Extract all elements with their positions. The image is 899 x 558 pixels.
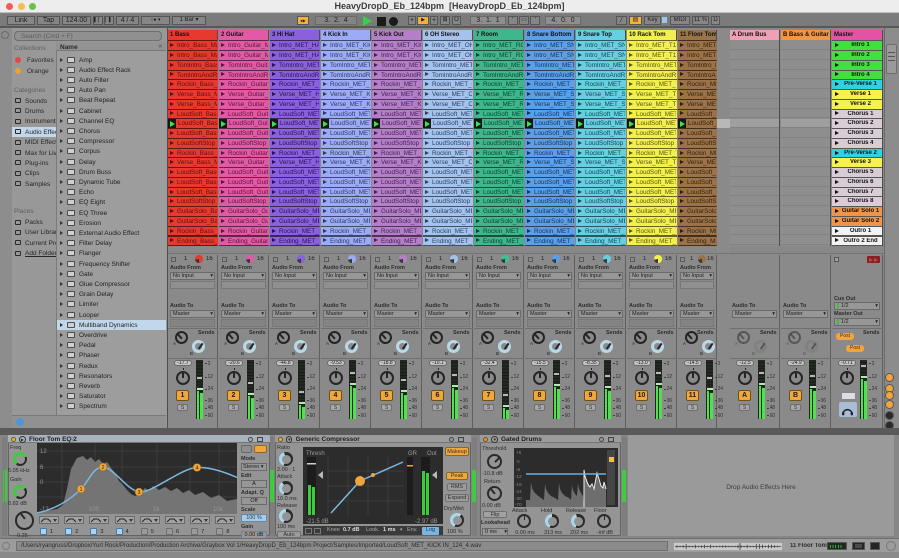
svg-text:-6: -6 [516,467,521,472]
svg-text:100: 100 [89,507,100,513]
svg-text:1k: 1k [153,507,160,513]
svg-text:0: 0 [517,459,520,464]
svg-text:GR: GR [408,451,418,457]
svg-text:4: 4 [195,466,198,472]
svg-text:-2.97 dB: -2.97 dB [415,519,438,524]
svg-text:-70: -70 [515,502,522,507]
svg-text:1: 1 [79,487,82,493]
svg-text:-24: -24 [515,489,522,494]
svg-text:-12: -12 [40,507,49,513]
svg-text:3: 3 [137,490,140,496]
svg-text:-30: -30 [515,496,522,501]
svg-text:10k: 10k [213,507,224,513]
svg-text:-21.5 dB: -21.5 dB [306,519,329,524]
svg-text:2: 2 [101,465,104,471]
svg-text:+6: +6 [516,450,522,455]
svg-text:-18: -18 [515,482,522,487]
svg-text:12: 12 [40,449,47,455]
svg-text:Out: Out [427,451,437,457]
svg-text:Thresh: Thresh [306,451,325,457]
svg-text:-12: -12 [515,474,522,479]
